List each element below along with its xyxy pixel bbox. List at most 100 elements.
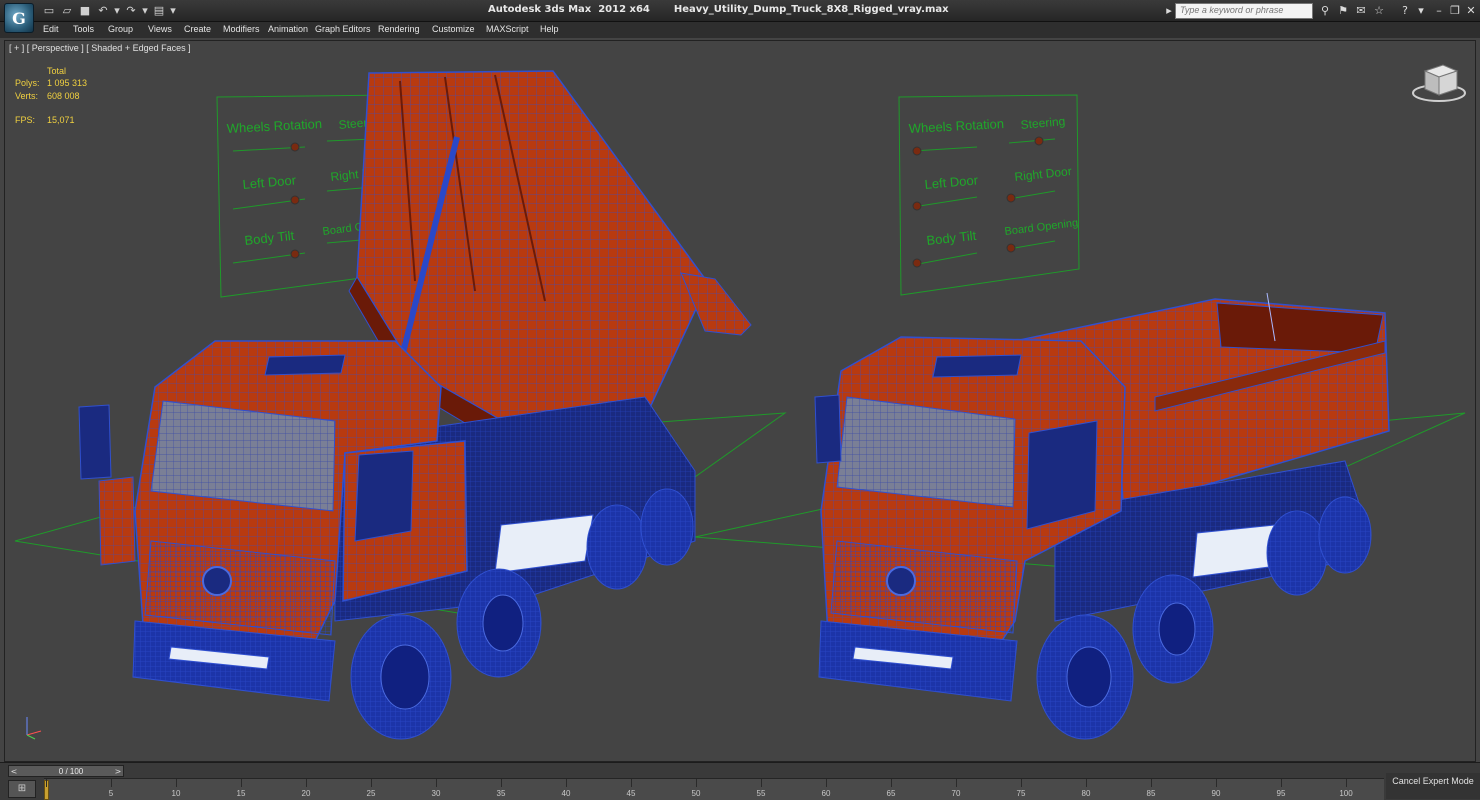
minimize-window-icon[interactable]: – [1432,4,1446,18]
menu-rendering[interactable]: Rendering [378,24,420,34]
favorites-star-icon[interactable]: ☆ [1372,4,1386,18]
undo-dropdown-icon[interactable]: ▾ [110,4,124,17]
stats-total-label: Total [47,66,67,76]
stats-verts-value: 608 008 [47,91,80,101]
scene-canvas[interactable]: Wheels Rotation Steering Left Door Right… [5,41,1476,762]
subscription-center-icon[interactable]: ⚑ [1336,4,1350,18]
steering-label-right: Steering [1020,114,1066,132]
timeline-tick-label: 10 [171,789,181,798]
timeline-tick-label: 60 [821,789,831,798]
wheels-rotation-label-left: Wheels Rotation [226,116,322,136]
title-bar: G ▭ ▱ ■ ↶ ▾ ↷ ▾ ▤ ▾ Autodesk 3ds Max 201… [0,0,1480,33]
timeline-tick-label: 90 [1211,789,1221,798]
time-slider[interactable]: < 0 / 100 > [8,765,124,777]
app-logo-button[interactable]: G [4,3,34,33]
redo-icon[interactable]: ↷ [124,4,138,17]
menu-graph-editors[interactable]: Graph Editors [315,24,371,34]
timeline-tick-label: 65 [886,789,896,798]
timeline-tick-mark [631,779,632,787]
timeline-tick-mark [1021,779,1022,787]
timeline-bar: < 0 / 100 > ⊞ 5 10 15 20 25 30 35 40 45 50 55 60 65 7… [0,762,1480,800]
timeline-tick-label: 70 [951,789,961,798]
dump-truck-lowered[interactable] [814,292,1390,740]
timeline-tick-mark [826,779,827,787]
previous-frame-icon[interactable]: < [9,767,19,777]
help-icon[interactable]: ? [1398,4,1412,18]
viewport-label-menu[interactable]: [ + ] [ Perspective ] [ Shaded + Edged F… [9,43,191,53]
timeline-tick-mark [1086,779,1087,787]
menu-views[interactable]: Views [148,24,172,34]
wheels-rotation-label-right: Wheels Rotation [908,116,1004,136]
binoculars-search-icon[interactable]: ⚲ [1318,4,1332,18]
menu-help[interactable]: Help [540,24,559,34]
new-file-icon[interactable]: ▭ [42,4,56,17]
track-bar[interactable]: 5 10 15 20 25 30 35 40 45 50 55 60 65 70 75 80 85 90 95 100 [44,778,1384,800]
timeline-tick-mark [241,779,242,787]
timeline-tick-mark [436,779,437,787]
stats-fps-value: 15,071 [47,115,75,125]
customize-quick-access-icon[interactable]: ▾ [166,4,180,17]
timeline-tick-mark [306,779,307,787]
left-door-label-left: Left Door [242,172,297,192]
timeline-tick-mark [696,779,697,787]
timeline-tick-label: 85 [1146,789,1156,798]
menu-group[interactable]: Group [108,24,133,34]
redo-dropdown-icon[interactable]: ▾ [138,4,152,17]
menu-modifiers[interactable]: Modifiers [223,24,260,34]
mini-curve-editor-icon[interactable]: ⊞ [8,780,36,798]
timeline-tick-mark [501,779,502,787]
timeline-tick-mark [891,779,892,787]
timeline-tick-label: 40 [561,789,571,798]
timeline-tick-mark [1281,779,1282,787]
stats-verts-label: Verts: [15,91,39,101]
save-file-icon[interactable]: ■ [78,4,92,17]
timeline-tick-label: 75 [1016,789,1026,798]
restore-window-icon[interactable]: ❐ [1448,4,1462,18]
timeline-tick-label: 35 [496,789,506,798]
stats-polys-label: Polys: [15,78,40,88]
menu-bar: Edit Tools Group Views Create Modifiers … [0,22,1480,38]
window-title: Autodesk 3ds Max 2012 x64 Heavy_Utility_D… [488,4,973,15]
communication-center-icon[interactable]: ✉ [1354,4,1368,18]
menu-maxscript[interactable]: MAXScript [486,24,529,34]
board-opening-label-right: Board Opening [1004,217,1079,238]
timeline-tick-mark [566,779,567,787]
timeline-tick-label: 95 [1276,789,1286,798]
right-door-label-right: Right Door [1014,164,1073,184]
project-folder-icon[interactable]: ▤ [152,4,166,17]
menu-animation[interactable]: Animation [268,24,308,34]
timeline-tick-label: 5 [108,789,114,798]
viewcube-widget[interactable] [1412,64,1466,102]
close-window-icon[interactable]: ✕ [1464,4,1478,18]
open-file-icon[interactable]: ▱ [60,4,74,17]
app-name: Autodesk 3ds Max 2012 x64 [488,4,650,15]
timeline-tick-label: 20 [301,789,311,798]
timeline-tick-mark [46,779,47,787]
menu-customize[interactable]: Customize [432,24,475,34]
undo-icon[interactable]: ↶ [96,4,110,17]
perspective-viewport[interactable]: Wheels Rotation Steering Left Door Right… [4,40,1476,762]
timeline-tick-mark [176,779,177,787]
dump-truck-tipped[interactable] [78,70,752,740]
body-tilt-label-right: Body Tilt [926,228,978,248]
timeline-tick-label: 15 [236,789,246,798]
cancel-expert-mode-button[interactable]: Cancel Expert Mode [1386,773,1480,799]
help-dropdown-icon[interactable]: ▾ [1414,4,1428,18]
next-frame-icon[interactable]: > [113,767,123,777]
timeline-tick-mark [1346,779,1347,787]
app-logo-letter: G [12,8,26,28]
timeline-tick-mark [761,779,762,787]
timeline-tick-label: 55 [756,789,766,798]
timeline-tick-mark [1216,779,1217,787]
search-expand-icon[interactable]: ▸ [1162,4,1176,18]
timeline-tick-label: 80 [1081,789,1091,798]
menu-edit[interactable]: Edit [43,24,59,34]
frame-counter: 0 / 100 [58,767,84,776]
keyword-search-input[interactable]: Type a keyword or phrase [1175,3,1313,19]
menu-tools[interactable]: Tools [73,24,94,34]
menu-create[interactable]: Create [184,24,211,34]
timeline-tick-label: 50 [691,789,701,798]
axis-tripod-icon [26,717,42,740]
left-door-label-right: Left Door [924,172,979,192]
body-tilt-label-left: Body Tilt [244,228,296,248]
